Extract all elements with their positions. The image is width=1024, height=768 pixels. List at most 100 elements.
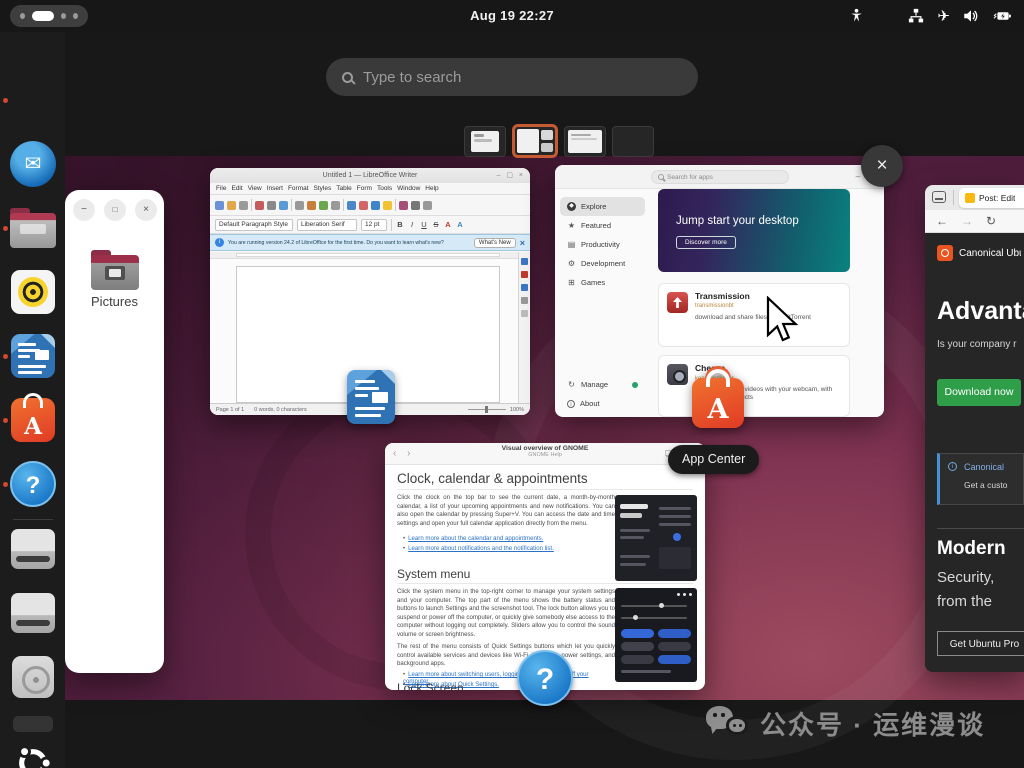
minimize-button[interactable]: − <box>73 199 95 221</box>
calendar-link[interactable]: Learn more about the calendar and appoin… <box>403 535 615 542</box>
close-button[interactable]: × <box>135 199 157 221</box>
help-app-icon[interactable]: ? <box>517 650 573 706</box>
dock-item-firefox[interactable] <box>10 77 56 123</box>
search-icon <box>342 72 353 83</box>
sidebar-item-explore[interactable]: ◆ Explore <box>560 197 645 216</box>
menu-tools[interactable]: Tools <box>377 185 392 192</box>
dock-item-drive-3[interactable] <box>10 716 56 734</box>
sidebar-item-development[interactable]: ⚙ Development <box>560 254 645 273</box>
writer-window-controls[interactable]: – ▢ × <box>497 168 525 183</box>
app-center-banner[interactable]: Jump start your desktop Discover more <box>658 189 850 272</box>
site-brand[interactable]: Canonical Ubuntu <box>959 248 1021 259</box>
menu-format[interactable]: Format <box>288 185 309 192</box>
dock-item-libreoffice-writer[interactable] <box>10 333 56 379</box>
menu-file[interactable]: File <box>216 185 226 192</box>
paragraph-style-select[interactable]: Default Paragraph Style <box>215 219 293 231</box>
get-ubuntu-pro-button[interactable]: Get Ubuntu Pro <box>937 631 1024 656</box>
dock-item-thunderbird[interactable]: ✉ <box>10 141 56 187</box>
volume-icon[interactable] <box>962 7 980 25</box>
menu-view[interactable]: View <box>248 185 262 192</box>
highlight-color-button[interactable]: A <box>456 220 464 229</box>
workspace-thumbnail-1[interactable] <box>464 126 506 157</box>
dock-item-drive-2[interactable] <box>10 590 56 636</box>
menu-table[interactable]: Table <box>336 185 352 192</box>
app-center-icon[interactable]: A <box>692 366 744 428</box>
font-size-select[interactable]: 12 pt <box>361 219 387 231</box>
dock-item-help[interactable]: ? <box>10 461 56 507</box>
bold-button[interactable]: B <box>396 220 404 229</box>
app-card-cheese[interactable]: Cheese ken-vandine ✔ Take photos and vid… <box>658 355 850 417</box>
menu-edit[interactable]: Edit <box>231 185 242 192</box>
watermark: 公众号 · 运维漫谈 <box>706 704 985 742</box>
system-tray[interactable]: ✈ <box>848 0 1014 32</box>
dock-item-rhythmbox[interactable] <box>10 269 56 315</box>
search-input[interactable]: Type to search <box>326 58 698 96</box>
writer-toolbar[interactable] <box>210 195 530 216</box>
wechat-icon <box>706 704 750 742</box>
help-back-button[interactable]: ‹ <box>393 448 400 459</box>
sidebar-label: Featured <box>581 221 611 230</box>
dock-item-app-center[interactable]: A <box>10 397 56 443</box>
pictures-folder-icon[interactable] <box>91 250 139 290</box>
accessibility-icon[interactable] <box>848 7 865 25</box>
airplane-mode-icon[interactable]: ✈ <box>937 7 950 25</box>
battery-charging-icon[interactable] <box>992 7 1014 25</box>
menu-styles[interactable]: Styles <box>314 185 332 192</box>
dock-item-drive-1[interactable] <box>10 526 56 572</box>
dock-item-show-apps[interactable] <box>10 740 56 768</box>
writer-title: Untitled 1 — LibreOffice Writer <box>210 168 530 183</box>
sidebar-item-productivity[interactable]: ▤ Productivity <box>560 235 645 254</box>
maximize-button[interactable]: □ <box>104 199 126 221</box>
writer-format-bar[interactable]: Default Paragraph Style Liberation Serif… <box>210 216 530 234</box>
sidebar-item-about[interactable]: i About <box>560 394 645 413</box>
files-window[interactable]: − □ × Pictures <box>65 190 164 673</box>
transmission-icon <box>667 292 688 313</box>
sidebar-label: Explore <box>581 202 606 211</box>
menu-insert[interactable]: Insert <box>267 185 283 192</box>
app-center-search-input[interactable]: Search for apps <box>651 170 789 184</box>
optical-drive-icon <box>12 656 54 698</box>
sidebar-item-games[interactable]: ⊞ Games <box>560 273 645 292</box>
underline-button[interactable]: U <box>420 220 428 229</box>
status-words: 0 words, 0 characters <box>254 407 307 413</box>
font-color-button[interactable]: A <box>444 220 452 229</box>
workspace-thumbnail-2-active[interactable] <box>512 124 558 158</box>
download-now-button[interactable]: Download now <box>937 379 1021 406</box>
browser-tab[interactable]: Post: Edit <box>959 188 1024 208</box>
font-name-select[interactable]: Liberation Serif <box>297 219 357 231</box>
close-window-button[interactable]: × <box>861 145 903 187</box>
workspace-thumbnail-4[interactable] <box>612 126 654 157</box>
zoom-slider[interactable] <box>468 409 506 410</box>
system-menu-paragraph-2: The rest of the menu consists of Quick S… <box>397 643 615 669</box>
dock-item-optical-drive[interactable] <box>10 654 56 700</box>
ubuntu-logo-icon <box>937 245 953 261</box>
dock-item-files[interactable] <box>10 205 56 251</box>
whats-new-button[interactable]: What's New <box>474 238 516 248</box>
strikethrough-button[interactable]: S <box>432 220 440 229</box>
app-center-sidebar-bottom: ↻ Manage i About <box>560 375 645 413</box>
help-forward-button[interactable]: › <box>407 448 414 459</box>
firefox-tab-bar: Post: Edit <box>925 185 1024 210</box>
back-button[interactable]: ← <box>936 214 948 228</box>
writer-sidebar-tabs[interactable] <box>518 252 530 403</box>
italic-button[interactable]: I <box>408 220 416 229</box>
help-subtitle: GNOME Help <box>445 452 645 458</box>
reload-button[interactable]: ↻ <box>986 214 996 228</box>
notifications-link[interactable]: Learn more about notifications and the n… <box>403 545 615 552</box>
discover-more-button[interactable]: Discover more <box>676 236 736 249</box>
menu-form[interactable]: Form <box>357 185 372 192</box>
sidebar-item-manage[interactable]: ↻ Manage <box>560 375 645 394</box>
forward-button[interactable]: → <box>961 214 973 228</box>
sidebar-item-featured[interactable]: ★ Featured <box>560 216 645 235</box>
app-card-transmission[interactable]: Transmission transmissionbt download and… <box>658 283 850 347</box>
menu-help[interactable]: Help <box>425 185 438 192</box>
network-wired-icon[interactable] <box>907 7 925 25</box>
sidebar-label: Productivity <box>581 240 620 249</box>
firefox-window[interactable]: Post: Edit ← → ↻ Canonical Ubuntu Advant… <box>925 185 1024 672</box>
menu-window[interactable]: Window <box>397 185 420 192</box>
writer-menubar[interactable]: File Edit View Insert Format Styles Tabl… <box>210 183 530 195</box>
workspace-thumbnail-3[interactable] <box>564 126 606 157</box>
callout-title[interactable]: Canonical <box>964 462 1004 472</box>
firefox-view-icon[interactable] <box>932 191 946 203</box>
infobar-close-icon[interactable]: × <box>520 238 525 248</box>
